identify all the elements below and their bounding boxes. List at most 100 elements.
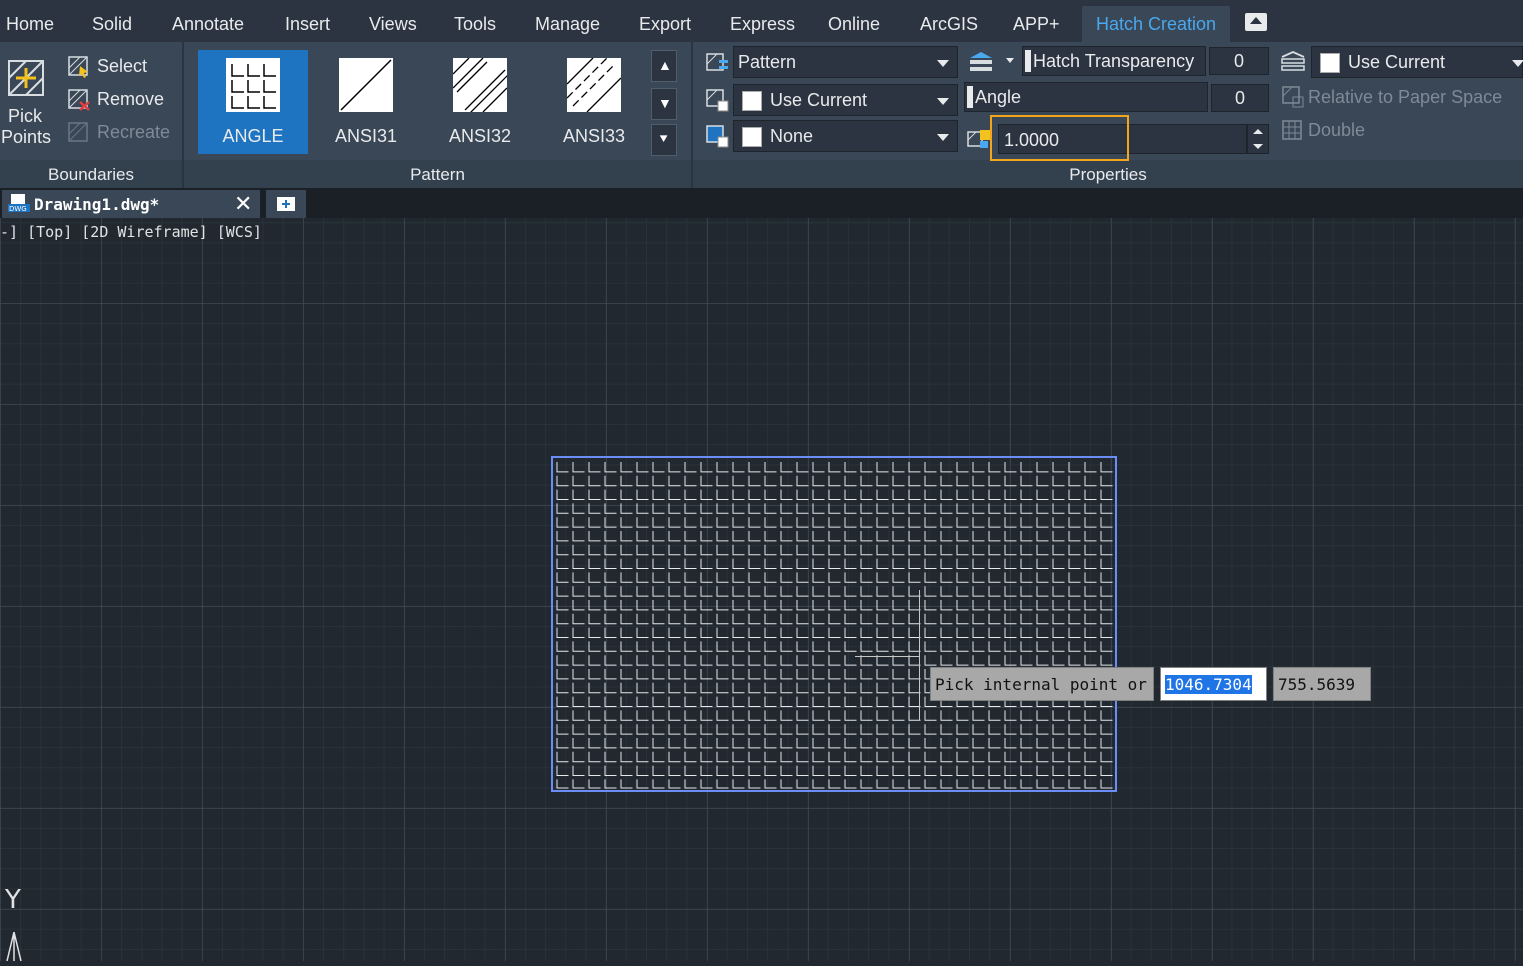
menu-export[interactable]: Export (633, 6, 697, 42)
hatch-color-dropdown[interactable]: Use Current (733, 84, 958, 116)
layer-value: Use Current (1348, 52, 1446, 72)
ucs-y-label: Y (4, 885, 21, 915)
pattern-tile-label: ANSI32 (448, 126, 512, 146)
chevron-down-icon[interactable] (1006, 58, 1014, 63)
select-boundary-icon[interactable] (68, 56, 90, 78)
slider-thumb[interactable] (967, 86, 973, 108)
hatch-type-dropdown[interactable]: Pattern (733, 46, 958, 78)
coordinate-y-value: 755.5639 (1278, 675, 1356, 694)
ansi33-pattern-icon (566, 57, 622, 113)
pattern-tile-ansi31[interactable]: ANSI31 (311, 50, 421, 154)
new-document-icon (276, 195, 296, 213)
hatch-pattern-lines (556, 462, 1113, 789)
hatch-scale-icon (966, 128, 992, 150)
angle-slider[interactable]: Angle (964, 82, 1208, 112)
cursor-crosshair-vertical (919, 590, 920, 720)
hatch-preview (556, 462, 1113, 789)
new-tab-button[interactable] (266, 190, 306, 218)
svg-text:DWG: DWG (9, 205, 27, 213)
hatch-scale-field[interactable]: 1.0000 (998, 124, 1247, 154)
color-swatch (742, 127, 762, 147)
menu-arcgis[interactable]: ArcGIS (914, 6, 984, 42)
menu-app-plus[interactable]: APP+ (1007, 6, 1066, 42)
remove-button[interactable]: Remove (97, 89, 164, 110)
chevron-down-icon (937, 134, 949, 141)
pattern-tile-ansi32[interactable]: ANSI32 (425, 50, 535, 154)
hatch-color-value: Use Current (770, 90, 868, 110)
menu-views[interactable]: Views (363, 6, 423, 42)
spinner-up-icon[interactable] (1253, 129, 1263, 134)
transparency-slider[interactable]: Hatch Transparency (1022, 46, 1206, 76)
menu-express[interactable]: Express (724, 6, 801, 42)
angle-value-field[interactable]: 0 (1211, 84, 1269, 112)
menu-insert[interactable]: Insert (279, 6, 336, 42)
layer-dropdown[interactable]: Use Current (1311, 46, 1523, 78)
ansi32-pattern-icon (452, 57, 510, 115)
document-tab[interactable]: DWG Drawing1.dwg* ✕ (2, 190, 260, 218)
pattern-scroll-down-button[interactable]: ▼ (651, 88, 677, 120)
select-button[interactable]: Select (97, 56, 147, 77)
relative-to-paper-space-toggle: Relative to Paper Space (1308, 87, 1503, 107)
properties-panel-title: Properties (1069, 165, 1147, 184)
chevron-down-icon (1512, 60, 1523, 67)
background-color-icon (705, 124, 729, 148)
background-color-dropdown[interactable]: None (733, 120, 958, 152)
hatch-scale-spinner[interactable] (1247, 124, 1269, 154)
menu-home[interactable]: Home (0, 6, 60, 42)
slider-thumb[interactable] (1025, 50, 1031, 72)
transparency-label: Hatch Transparency (1033, 51, 1195, 71)
chevron-down-icon (937, 60, 949, 67)
menu-bar: Home Solid Annotate Insert Views Tools M… (0, 0, 1523, 42)
pick-points-label-1[interactable]: Pick (8, 106, 42, 127)
color-swatch (742, 91, 762, 111)
prompt-text: Pick internal point or (935, 675, 1147, 694)
hatch-type-value: Pattern (738, 52, 797, 72)
pattern-tile-ansi33[interactable]: ANSI33 (539, 50, 649, 154)
double-toggle: Double (1308, 120, 1366, 140)
color-swatch (1320, 53, 1340, 73)
background-color-value: None (770, 126, 814, 146)
pattern-gallery-expand-button[interactable]: ⯆ (651, 124, 677, 156)
menu-annotate[interactable]: Annotate (166, 6, 250, 42)
pick-points-icon[interactable] (6, 58, 46, 98)
document-tab-name: Drawing1.dwg* (34, 195, 160, 214)
coordinate-x-input[interactable]: 1046.7304 (1160, 667, 1267, 701)
pattern-scroll-up-button[interactable]: ▲ (651, 50, 677, 82)
menu-tools[interactable]: Tools (448, 6, 502, 42)
menu-manage[interactable]: Manage (529, 6, 606, 42)
pattern-panel-title: Pattern (410, 165, 465, 184)
remove-boundary-icon[interactable] (68, 89, 90, 111)
coordinate-x-value: 1046.7304 (1165, 675, 1252, 694)
dwg-file-icon: DWG (8, 194, 30, 214)
viewport-controls[interactable]: -] [Top] [2D Wireframe] [WCS] (0, 223, 262, 241)
pattern-tile-label: ANGLE (222, 126, 284, 146)
boundaries-panel-title: Boundaries (47, 165, 134, 184)
recreate-button: Recreate (97, 122, 171, 142)
spinner-down-icon[interactable] (1253, 144, 1263, 149)
hatch-type-icon (705, 50, 729, 74)
ucs-icon: Y (2, 882, 32, 962)
menu-hatch-creation[interactable]: Hatch Creation (1082, 6, 1231, 42)
menu-online[interactable]: Online (822, 6, 886, 42)
pattern-tile-label: ANSI33 (562, 126, 626, 146)
chevron-down-icon (937, 98, 949, 105)
hatch-scale-value: 1.0000 (1004, 130, 1060, 150)
close-icon[interactable]: ✕ (234, 191, 252, 217)
hatch-color-icon (705, 88, 729, 112)
angle-pattern-icon (226, 58, 280, 112)
pattern-tile-label: ANSI31 (334, 126, 398, 146)
coordinate-y-input[interactable]: 755.5639 (1273, 667, 1371, 701)
double-hatch-icon (1282, 120, 1304, 142)
ansi31-pattern-icon (339, 58, 393, 112)
layer-icon (1280, 50, 1306, 74)
ribbon-collapse-button[interactable] (1245, 13, 1267, 31)
pattern-tile-angle[interactable]: ANGLE (198, 50, 308, 154)
transparency-icon[interactable] (968, 50, 994, 74)
pick-points-label-2[interactable]: Points (1, 127, 51, 148)
cursor-crosshair-horizontal (855, 656, 919, 657)
relative-to-paper-icon (1282, 86, 1304, 108)
transparency-value-field[interactable]: 0 (1209, 47, 1269, 75)
recreate-boundary-icon (68, 122, 90, 144)
dynamic-input-prompt: Pick internal point or (930, 667, 1154, 701)
menu-solid[interactable]: Solid (86, 6, 138, 42)
